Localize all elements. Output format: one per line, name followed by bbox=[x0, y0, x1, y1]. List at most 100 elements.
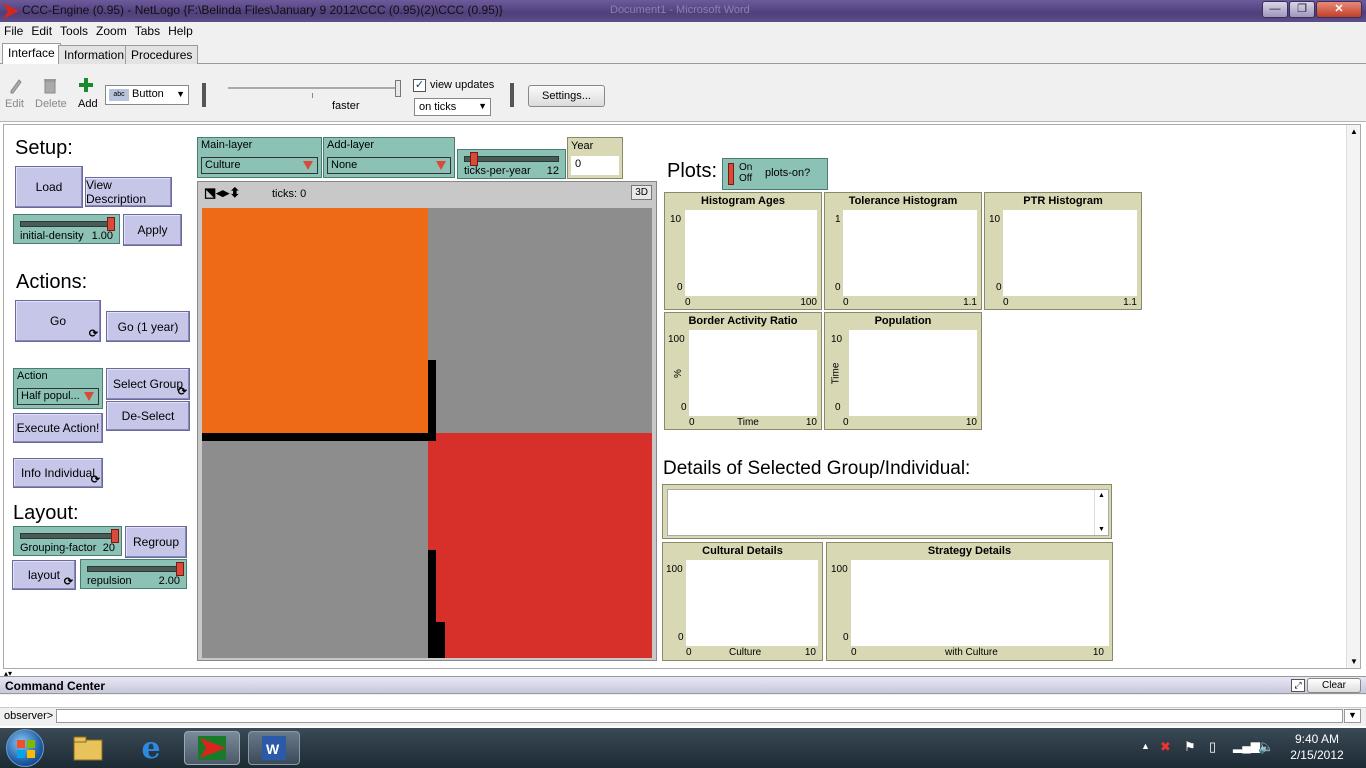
execute-action-button[interactable]: Execute Action! bbox=[13, 413, 103, 443]
trash-icon[interactable] bbox=[44, 78, 56, 94]
volume-icon[interactable]: 🔈 bbox=[1258, 739, 1274, 755]
details-scrollbar[interactable]: ▲ ▼ bbox=[1094, 490, 1108, 535]
initial-density-slider[interactable]: initial-density 1.00 bbox=[13, 214, 120, 244]
close-button[interactable]: ✕ bbox=[1316, 1, 1362, 18]
plot-strategy-details[interactable]: Strategy Details 100 0 0 with Culture 10 bbox=[826, 542, 1113, 661]
menu-file[interactable]: File bbox=[0, 22, 27, 40]
chooser-box[interactable]: Culture bbox=[201, 157, 318, 174]
menu-zoom[interactable]: Zoom bbox=[92, 22, 131, 40]
world-patches[interactable] bbox=[202, 208, 652, 658]
scroll-down-icon[interactable]: ▼ bbox=[1098, 526, 1105, 533]
plot-title: Border Activity Ratio bbox=[688, 315, 798, 327]
tab-interface[interactable]: Interface bbox=[2, 43, 61, 65]
slider-value: 12 bbox=[546, 165, 559, 177]
plot-ptr-histogram[interactable]: PTR Histogram 10 0 0 1.1 bbox=[984, 192, 1142, 310]
ticks-per-year-slider[interactable]: ticks-per-year 12 bbox=[457, 149, 566, 179]
pencil-icon[interactable] bbox=[10, 78, 22, 94]
menu-tools[interactable]: Tools bbox=[56, 22, 92, 40]
vertical-scrollbar[interactable]: ▲ ▼ bbox=[1346, 125, 1360, 668]
minimize-button[interactable]: — bbox=[1262, 1, 1288, 18]
update-mode-dropdown[interactable]: on ticks ▼ bbox=[414, 98, 491, 116]
plot-ymax: 100 bbox=[666, 564, 683, 575]
plot-title: PTR Histogram bbox=[1023, 195, 1103, 207]
chooser-box[interactable]: None bbox=[327, 157, 451, 174]
chevron-down-icon[interactable]: ▼ bbox=[1344, 709, 1361, 723]
info-individual-button[interactable]: Info Individual ⟳ bbox=[13, 458, 103, 488]
slider-knob[interactable] bbox=[176, 562, 184, 576]
chooser-box[interactable]: Half popul... bbox=[17, 388, 99, 405]
plot-area bbox=[685, 210, 817, 296]
view-updates-checkbox[interactable]: ✓ bbox=[413, 79, 426, 92]
menu-help[interactable]: Help bbox=[164, 22, 197, 40]
load-button[interactable]: Load bbox=[15, 166, 83, 208]
world-view[interactable]: ⬔◂▸⬍ ticks: 0 3D bbox=[197, 181, 657, 661]
scroll-up-icon[interactable]: ▲ bbox=[1350, 127, 1358, 136]
clear-button[interactable]: Clear bbox=[1307, 678, 1361, 693]
forever-icon: ⟳ bbox=[88, 328, 98, 340]
main-layer-chooser[interactable]: Main-layer Culture bbox=[197, 137, 322, 178]
plot-ymin: 0 bbox=[835, 402, 841, 413]
plot-xmin: 0 bbox=[843, 297, 849, 308]
network-error-icon[interactable]: ✖ bbox=[1160, 739, 1171, 755]
observer-label[interactable]: observer> bbox=[4, 710, 53, 722]
settings-button[interactable]: Settings... bbox=[528, 85, 605, 107]
scroll-down-icon[interactable]: ▼ bbox=[1350, 657, 1358, 666]
widget-type-dropdown[interactable]: abc Button ▼ bbox=[105, 85, 189, 105]
orange-region bbox=[202, 208, 428, 433]
slider-knob[interactable] bbox=[111, 529, 119, 543]
deselect-button[interactable]: De-Select bbox=[106, 401, 190, 431]
plot-border-activity-ratio[interactable]: Border Activity Ratio 100 % 0 0 Time 10 bbox=[664, 312, 822, 430]
svg-text:W: W bbox=[266, 741, 280, 757]
switch-lever[interactable] bbox=[728, 163, 734, 185]
clock[interactable]: 9:40 AM 2/15/2012 bbox=[1282, 732, 1352, 766]
view-resize-icons[interactable]: ⬔◂▸⬍ bbox=[204, 185, 240, 201]
slider-knob[interactable] bbox=[107, 217, 115, 231]
plots-on-switch[interactable]: On Off plots-on? bbox=[722, 158, 828, 190]
slider-label: ticks-per-year bbox=[464, 165, 531, 177]
slider-track bbox=[20, 533, 115, 539]
command-input[interactable] bbox=[56, 709, 1343, 723]
speed-slider-knob[interactable] bbox=[395, 80, 401, 97]
chevron-down-icon: ▼ bbox=[478, 101, 487, 111]
signal-icon[interactable]: ▂▄▆ bbox=[1233, 739, 1260, 753]
menu-edit[interactable]: Edit bbox=[27, 22, 56, 40]
tab-procedures[interactable]: Procedures bbox=[125, 45, 199, 64]
go-button[interactable]: Go ⟳ bbox=[15, 300, 101, 342]
view-description-button[interactable]: View Description bbox=[85, 177, 172, 207]
regroup-button[interactable]: Regroup bbox=[125, 526, 187, 558]
show-hidden-icons-icon[interactable]: ▲ bbox=[1141, 741, 1150, 751]
layout-button[interactable]: layout ⟳ bbox=[12, 560, 76, 590]
grouping-factor-slider[interactable]: Grouping-factor 20 bbox=[13, 526, 122, 556]
add-layer-chooser[interactable]: Add-layer None bbox=[323, 137, 455, 178]
go-1-year-button[interactable]: Go (1 year) bbox=[106, 311, 190, 342]
netlogo-taskbar-icon[interactable] bbox=[184, 731, 240, 765]
plot-tolerance-histogram[interactable]: Tolerance Histogram 1 0 0 1.1 bbox=[824, 192, 982, 310]
action-center-flag-icon[interactable]: ⚑ bbox=[1184, 739, 1196, 755]
details-text-area[interactable]: ▲ ▼ bbox=[667, 489, 1109, 536]
start-button[interactable] bbox=[6, 729, 44, 767]
repulsion-slider[interactable]: repulsion 2.00 bbox=[80, 559, 187, 589]
menu-tabs[interactable]: Tabs bbox=[131, 22, 164, 40]
action-chooser[interactable]: Action Half popul... bbox=[13, 368, 103, 409]
slider-track bbox=[87, 566, 180, 572]
chooser-value: None bbox=[331, 159, 358, 171]
expand-icon[interactable]: ⤢ bbox=[1291, 679, 1305, 692]
plot-histogram-ages[interactable]: Histogram Ages 10 0 0 100 bbox=[664, 192, 822, 310]
word-taskbar-icon[interactable]: W bbox=[248, 731, 300, 765]
3d-button[interactable]: 3D bbox=[631, 185, 652, 200]
plot-cultural-details[interactable]: Cultural Details 100 0 0 Culture 10 bbox=[662, 542, 823, 661]
tab-information[interactable]: Information bbox=[58, 45, 131, 64]
maximize-button[interactable]: ❐ bbox=[1289, 1, 1315, 18]
select-group-button[interactable]: Select Group ⟳ bbox=[106, 368, 190, 400]
plus-icon[interactable] bbox=[79, 78, 93, 92]
slider-track bbox=[464, 156, 559, 162]
speed-slider-track[interactable] bbox=[228, 87, 400, 89]
slider-knob[interactable] bbox=[470, 152, 478, 166]
apply-button[interactable]: Apply bbox=[123, 214, 182, 246]
ie-taskbar-icon[interactable]: e bbox=[125, 731, 177, 766]
battery-icon[interactable]: ▯ bbox=[1209, 739, 1216, 755]
plot-population[interactable]: Population 10 Time 0 0 10 bbox=[824, 312, 982, 430]
scroll-up-icon[interactable]: ▲ bbox=[1098, 492, 1105, 499]
explorer-taskbar-icon[interactable] bbox=[62, 731, 114, 765]
dropdown-triangle-icon bbox=[84, 392, 94, 401]
